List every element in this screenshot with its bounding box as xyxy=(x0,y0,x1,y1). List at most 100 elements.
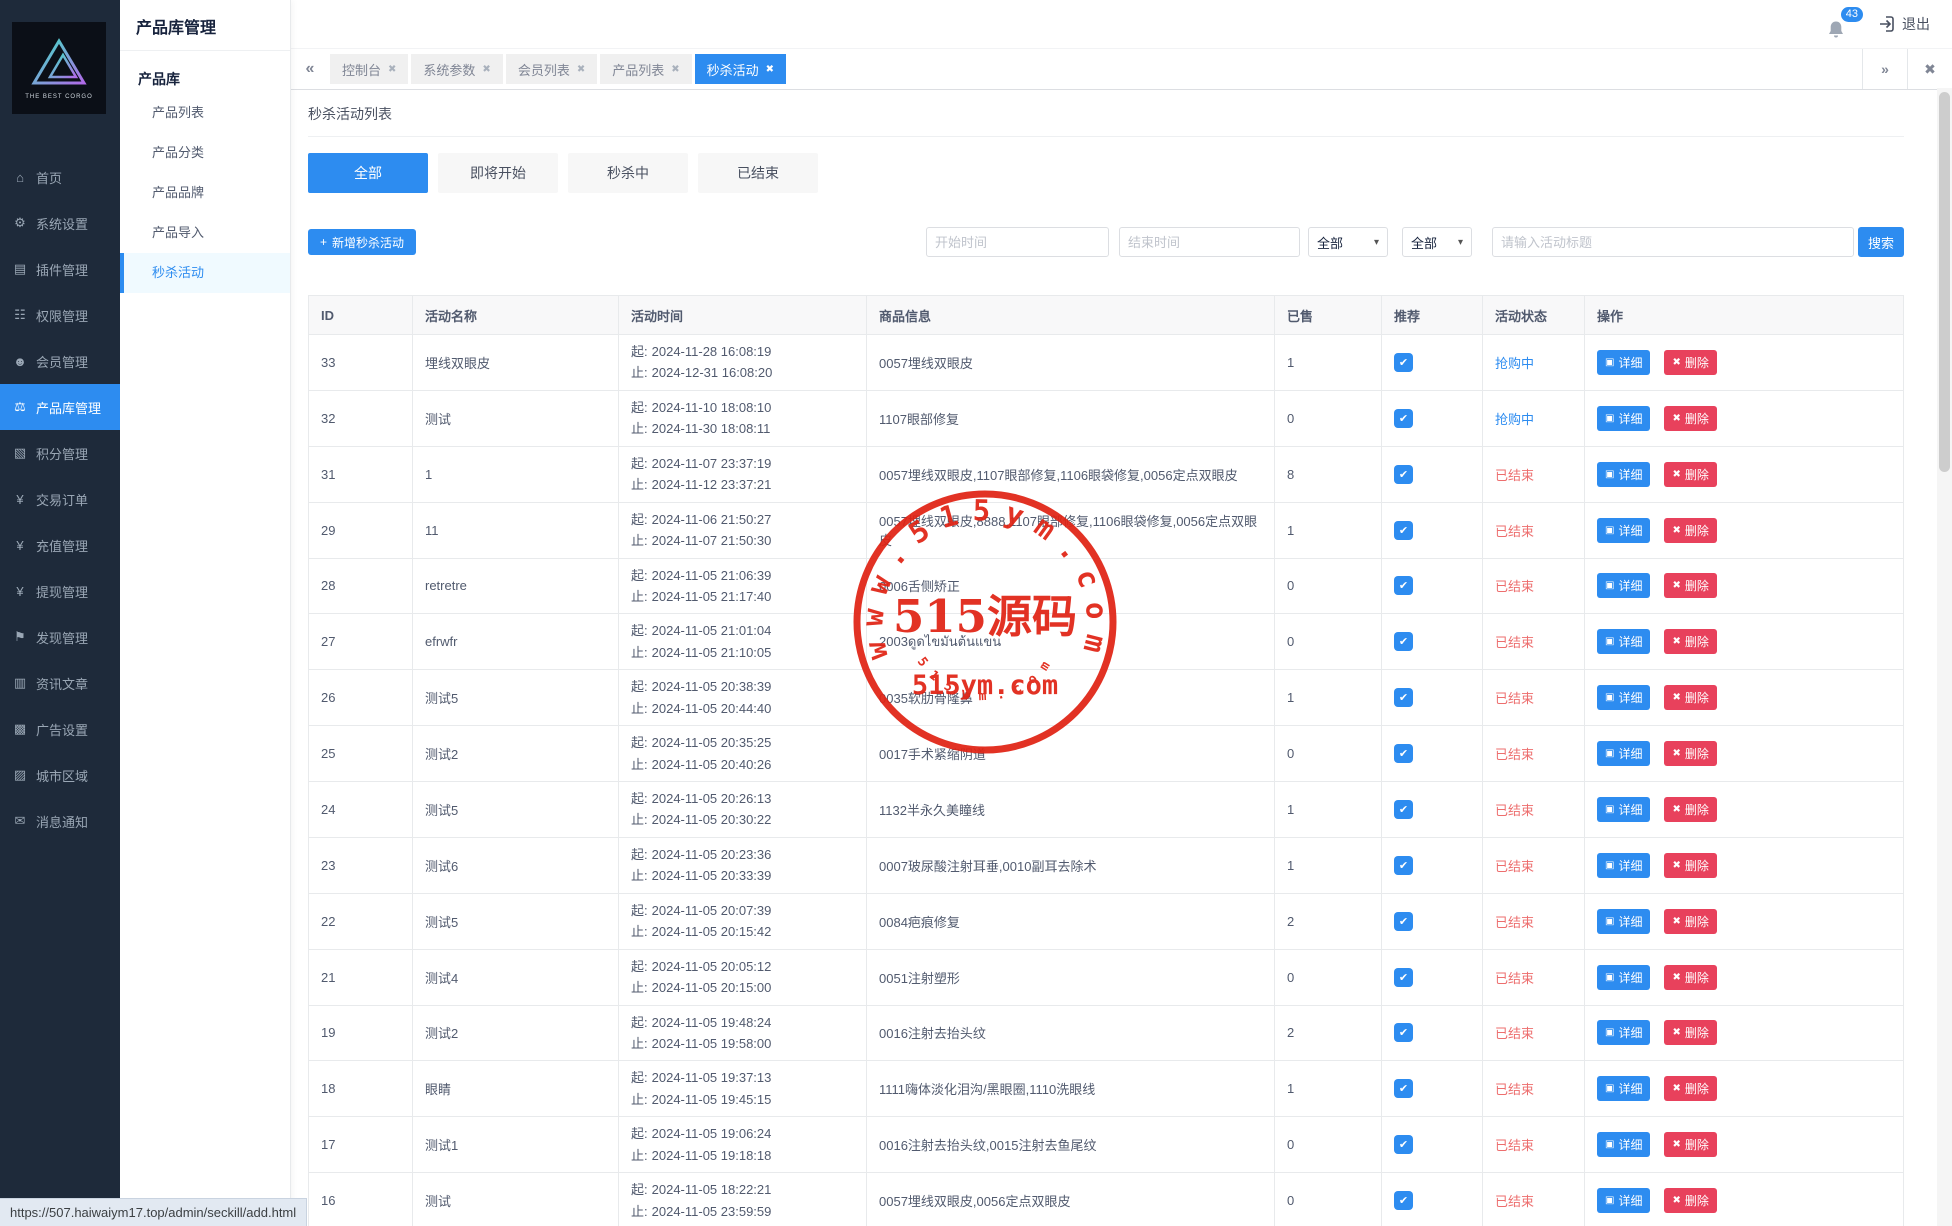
close-icon[interactable]: ✖ xyxy=(388,64,396,75)
sidebar-item[interactable]: ¥ 提现管理 xyxy=(0,568,120,614)
status-filter-button[interactable]: 秒杀中 xyxy=(568,153,688,193)
detail-button[interactable]: ▣ 详细 xyxy=(1597,406,1650,431)
delete-button[interactable]: ✖ 删除 xyxy=(1664,350,1716,375)
delete-button[interactable]: ✖ 删除 xyxy=(1664,518,1716,543)
detail-button[interactable]: ▣ 详细 xyxy=(1597,1020,1650,1045)
sidebar-item[interactable]: ⌂ 首页 xyxy=(0,154,120,200)
search-button[interactable]: 搜索 xyxy=(1858,227,1904,257)
recommend-checkbox[interactable]: ✔ xyxy=(1394,688,1413,707)
sidebar-item[interactable]: ▩ 广告设置 xyxy=(0,706,120,752)
status-filter-button[interactable]: 即将开始 xyxy=(438,153,558,193)
tab[interactable]: 秒杀活动 ✖ xyxy=(695,54,786,84)
detail-button[interactable]: ▣ 详细 xyxy=(1597,797,1650,822)
delete-button[interactable]: ✖ 删除 xyxy=(1664,685,1716,710)
tabs-close-all-button[interactable]: ✖ xyxy=(1907,49,1952,89)
submenu-item[interactable]: 产品导入 xyxy=(120,213,290,253)
recommend-filter-select[interactable]: 全部 ▾ xyxy=(1402,227,1472,257)
recommend-checkbox[interactable]: ✔ xyxy=(1394,1079,1413,1098)
status-filter-button[interactable]: 全部 xyxy=(308,153,428,193)
sidebar-item[interactable]: ▧ 积分管理 xyxy=(0,430,120,476)
sidebar-item[interactable]: ✉ 消息通知 xyxy=(0,798,120,844)
table-row: 25 测试2 起:2024-11-05 20:35:25 止:2024-11-0… xyxy=(309,725,1903,781)
sidebar-item[interactable]: ¥ 交易订单 xyxy=(0,476,120,522)
delete-button[interactable]: ✖ 删除 xyxy=(1664,853,1716,878)
recommend-checkbox[interactable]: ✔ xyxy=(1394,1023,1413,1042)
delete-button[interactable]: ✖ 删除 xyxy=(1664,965,1716,990)
detail-button[interactable]: ▣ 详细 xyxy=(1597,1188,1650,1213)
recommend-checkbox[interactable]: ✔ xyxy=(1394,576,1413,595)
delete-button[interactable]: ✖ 删除 xyxy=(1664,1020,1716,1045)
tabs-scroll-left-button[interactable]: « xyxy=(290,60,330,78)
detail-button[interactable]: ▣ 详细 xyxy=(1597,853,1650,878)
recommend-checkbox[interactable]: ✔ xyxy=(1394,800,1413,819)
recommend-checkbox[interactable]: ✔ xyxy=(1394,1135,1413,1154)
status-filter-select[interactable]: 全部 ▾ xyxy=(1308,227,1388,257)
detail-button[interactable]: ▣ 详细 xyxy=(1597,573,1650,598)
close-icon[interactable]: ✖ xyxy=(766,64,774,75)
detail-button[interactable]: ▣ 详细 xyxy=(1597,629,1650,654)
submenu-item[interactable]: 产品品牌 xyxy=(120,173,290,213)
detail-button[interactable]: ▣ 详细 xyxy=(1597,741,1650,766)
recommend-checkbox[interactable]: ✔ xyxy=(1394,744,1413,763)
detail-button[interactable]: ▣ 详细 xyxy=(1597,350,1650,375)
delete-button[interactable]: ✖ 删除 xyxy=(1664,909,1716,934)
sidebar-item[interactable]: ¥ 充值管理 xyxy=(0,522,120,568)
recommend-checkbox[interactable]: ✔ xyxy=(1394,1191,1413,1210)
recommend-checkbox[interactable]: ✔ xyxy=(1394,968,1413,987)
scrollbar[interactable] xyxy=(1937,88,1952,1226)
cell-name: 测试5 xyxy=(413,894,619,949)
delete-button[interactable]: ✖ 删除 xyxy=(1664,406,1716,431)
start-time-input[interactable] xyxy=(926,227,1109,257)
recommend-checkbox[interactable]: ✔ xyxy=(1394,912,1413,931)
sidebar-item[interactable]: ▥ 资讯文章 xyxy=(0,660,120,706)
activity-title-input[interactable] xyxy=(1492,227,1854,257)
delete-button[interactable]: ✖ 删除 xyxy=(1664,573,1716,598)
sidebar-item[interactable]: ▨ 城市区域 xyxy=(0,752,120,798)
delete-button[interactable]: ✖ 删除 xyxy=(1664,629,1716,654)
tabs-scroll-right-button[interactable]: » xyxy=(1862,49,1907,89)
sidebar-item[interactable]: ☻ 会员管理 xyxy=(0,338,120,384)
submenu-item[interactable]: 秒杀活动 xyxy=(120,253,290,293)
sidebar-item[interactable]: ▤ 插件管理 xyxy=(0,246,120,292)
tab[interactable]: 系统参数 ✖ xyxy=(411,54,502,84)
detail-button[interactable]: ▣ 详细 xyxy=(1597,685,1650,710)
sidebar-item[interactable]: ☷ 权限管理 xyxy=(0,292,120,338)
recommend-checkbox[interactable]: ✔ xyxy=(1394,856,1413,875)
sidebar-item[interactable]: ⚙ 系统设置 xyxy=(0,200,120,246)
logout-button[interactable]: 退出 xyxy=(1879,14,1930,34)
status-filter-button[interactable]: 已结束 xyxy=(698,153,818,193)
detail-button[interactable]: ▣ 详细 xyxy=(1597,965,1650,990)
recommend-checkbox[interactable]: ✔ xyxy=(1394,409,1413,428)
scrollbar-thumb[interactable] xyxy=(1939,92,1950,472)
notifications-button[interactable]: 43 xyxy=(1827,9,1853,39)
submenu-item[interactable]: 产品列表 xyxy=(120,93,290,133)
close-icon[interactable]: ✖ xyxy=(671,64,679,75)
end-time-input[interactable] xyxy=(1119,227,1300,257)
submenu-item[interactable]: 产品分类 xyxy=(120,133,290,173)
close-icon[interactable]: ✖ xyxy=(577,64,585,75)
detail-button[interactable]: ▣ 详细 xyxy=(1597,1076,1650,1101)
tab[interactable]: 控制台 ✖ xyxy=(330,54,408,84)
delete-button[interactable]: ✖ 删除 xyxy=(1664,1188,1716,1213)
recommend-checkbox[interactable]: ✔ xyxy=(1394,465,1413,484)
check-icon: ✔ xyxy=(1399,859,1408,872)
delete-button[interactable]: ✖ 删除 xyxy=(1664,741,1716,766)
close-icon[interactable]: ✖ xyxy=(482,64,490,75)
delete-button[interactable]: ✖ 删除 xyxy=(1664,1132,1716,1157)
delete-button[interactable]: ✖ 删除 xyxy=(1664,1076,1716,1101)
sidebar-item[interactable]: ⚑ 发现管理 xyxy=(0,614,120,660)
recommend-checkbox[interactable]: ✔ xyxy=(1394,632,1413,651)
recommend-checkbox[interactable]: ✔ xyxy=(1394,353,1413,372)
sidebar-item[interactable]: ⚖ 产品库管理 xyxy=(0,384,120,430)
tab[interactable]: 会员列表 ✖ xyxy=(506,54,597,84)
delete-button[interactable]: ✖ 删除 xyxy=(1664,462,1716,487)
delete-button[interactable]: ✖ 删除 xyxy=(1664,797,1716,822)
add-seckill-button[interactable]: + 新增秒杀活动 xyxy=(308,229,416,255)
tab[interactable]: 产品列表 ✖ xyxy=(600,54,691,84)
detail-button[interactable]: ▣ 详细 xyxy=(1597,909,1650,934)
recommend-checkbox[interactable]: ✔ xyxy=(1394,521,1413,540)
detail-button[interactable]: ▣ 详细 xyxy=(1597,462,1650,487)
detail-button[interactable]: ▣ 详细 xyxy=(1597,518,1650,543)
cell-status: 已结束 xyxy=(1483,614,1585,669)
detail-button[interactable]: ▣ 详细 xyxy=(1597,1132,1650,1157)
